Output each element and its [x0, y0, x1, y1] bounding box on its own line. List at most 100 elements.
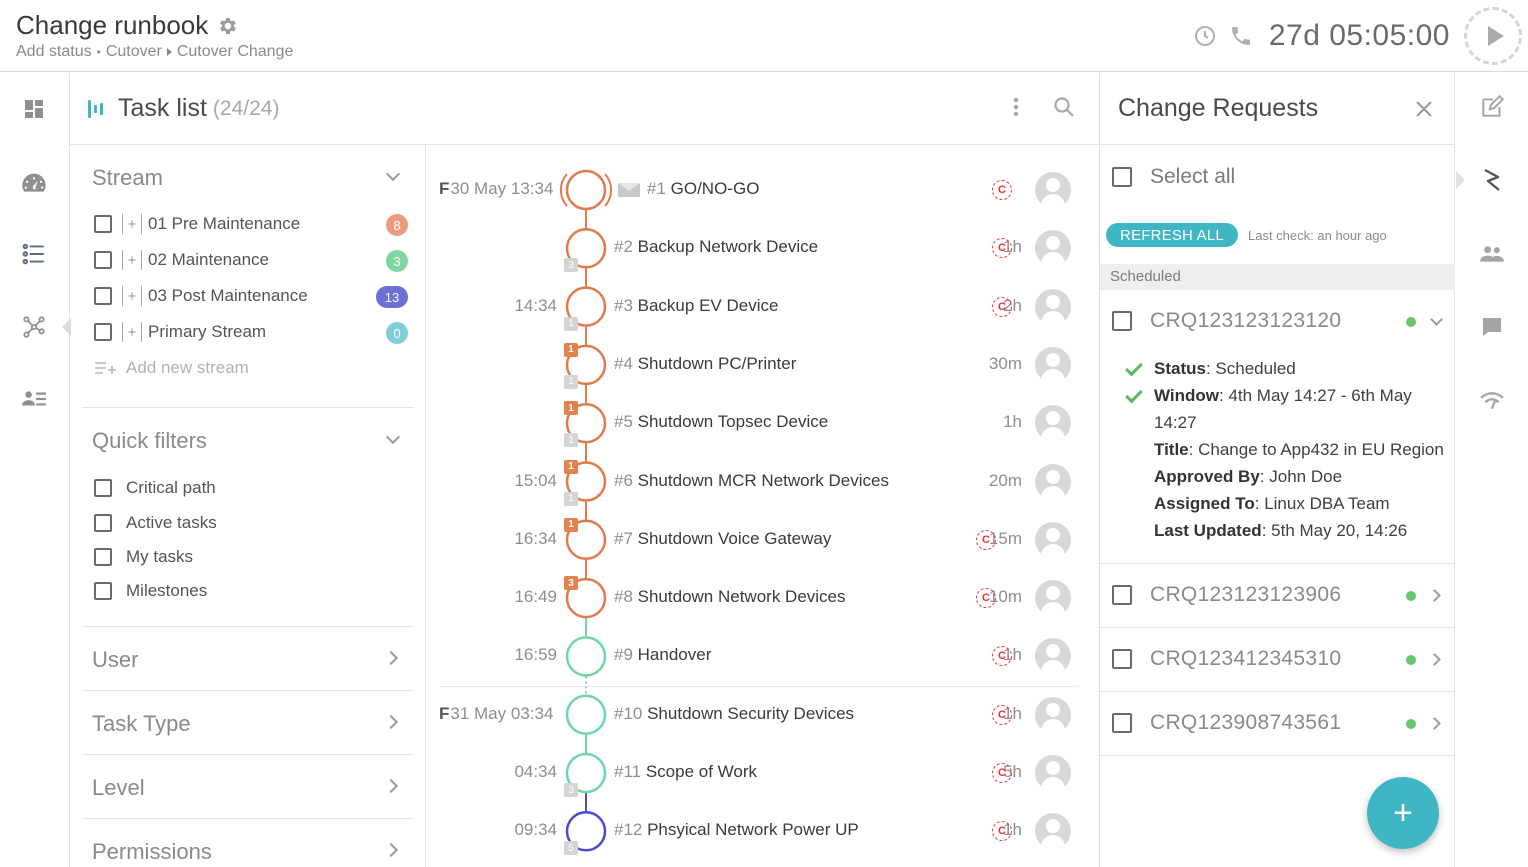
avatar[interactable] — [1035, 346, 1071, 383]
avatar[interactable] — [1035, 521, 1071, 558]
task-list-icon[interactable] — [19, 239, 49, 269]
checkbox[interactable] — [94, 479, 112, 497]
expand-plus-icon[interactable]: + — [122, 250, 142, 270]
chevron-down-icon[interactable] — [385, 429, 401, 445]
change-request-item[interactable]: CRQ123123123906 — [1112, 583, 1341, 607]
select-all-checkbox[interactable] — [1112, 167, 1132, 187]
avatar[interactable] — [1035, 755, 1071, 791]
gauge-icon[interactable] — [19, 168, 49, 198]
checkbox[interactable] — [94, 582, 112, 600]
stream-section-title[interactable]: Stream — [92, 165, 163, 191]
people-icon[interactable] — [1478, 240, 1506, 268]
chevron-down-icon[interactable] — [385, 166, 401, 182]
stream-filter-row[interactable]: + 02 Maintenance — [94, 248, 269, 272]
checkbox[interactable] — [1112, 585, 1132, 605]
refresh-all-button[interactable]: REFRESH ALL — [1106, 223, 1238, 247]
avatar[interactable] — [1035, 463, 1071, 500]
checkbox[interactable] — [94, 215, 112, 233]
avatar[interactable] — [1035, 288, 1071, 325]
change-request-item[interactable]: CRQ123123123120 — [1112, 309, 1341, 333]
more-vert-icon[interactable] — [1006, 95, 1026, 119]
task-node[interactable] — [565, 169, 607, 211]
service-now-icon[interactable] — [1478, 166, 1506, 194]
chevron-right-icon[interactable] — [1428, 717, 1441, 730]
task-label[interactable]: #8 Shutdown Network Devices — [614, 587, 846, 607]
avatar[interactable] — [1035, 696, 1071, 733]
quick-filter-row[interactable]: Milestones — [94, 579, 207, 603]
task-label[interactable]: #5 Shutdown Topsec Device — [614, 412, 828, 432]
user-filter-section[interactable]: User — [92, 647, 138, 673]
close-icon[interactable] — [1412, 97, 1436, 121]
comment-icon[interactable] — [1478, 313, 1506, 341]
chevron-right-icon[interactable] — [383, 650, 399, 666]
network-graph-icon[interactable] — [19, 312, 49, 342]
task-label[interactable]: #4 Shutdown PC/Printer — [614, 354, 796, 374]
select-all-label: Select all — [1150, 165, 1236, 188]
checkbox[interactable] — [1112, 649, 1132, 669]
stream-filter-row[interactable]: + 01 Pre Maintenance — [94, 212, 300, 236]
app-header: Change runbook Add status • Cutover Cuto… — [0, 0, 1528, 72]
task-label[interactable]: #7 Shutdown Voice Gateway — [614, 529, 831, 549]
checkbox[interactable] — [94, 287, 112, 305]
quick-filter-row[interactable]: Critical path — [94, 476, 216, 500]
list-divider — [1100, 691, 1455, 692]
task-label[interactable]: #9 Handover — [614, 645, 711, 665]
stream-filter-row[interactable]: + 03 Post Maintenance — [94, 284, 308, 308]
avatar[interactable] — [1035, 405, 1071, 442]
breadcrumb-item[interactable]: Add status — [16, 43, 92, 61]
task-label[interactable]: #10 Shutdown Security Devices — [614, 704, 854, 724]
chevron-down-icon[interactable] — [1430, 313, 1443, 326]
task-label[interactable]: #12 Phsyical Network Power UP — [614, 820, 859, 840]
select-all-row[interactable]: Select all — [1112, 165, 1235, 189]
clock-icon[interactable] — [1193, 24, 1217, 48]
chevron-right-icon[interactable] — [1428, 653, 1441, 666]
expand-plus-icon[interactable]: + — [122, 214, 142, 234]
task-node[interactable] — [565, 636, 607, 677]
breadcrumb-item[interactable]: Cutover Change — [177, 43, 294, 61]
expand-plus-icon[interactable]: + — [122, 286, 142, 306]
avatar[interactable] — [1035, 172, 1071, 208]
task-label[interactable]: #11 Scope of Work — [614, 762, 757, 782]
checkbox[interactable] — [1112, 311, 1132, 331]
checkbox[interactable] — [94, 323, 112, 341]
add-stream-button[interactable]: Add new stream — [94, 358, 249, 378]
add-change-request-button[interactable]: + — [1367, 777, 1439, 849]
checkbox[interactable] — [94, 548, 112, 566]
chevron-right-icon[interactable] — [383, 842, 399, 858]
start-runbook-button[interactable] — [1464, 7, 1522, 65]
task-label[interactable]: #2 Backup Network Device — [614, 237, 818, 257]
quick-filters-title[interactable]: Quick filters — [92, 428, 207, 454]
avatar[interactable] — [1035, 580, 1071, 617]
avatar-head — [1046, 761, 1060, 775]
permissions-filter-section[interactable]: Permissions — [92, 839, 212, 865]
chevron-right-icon[interactable] — [383, 778, 399, 794]
edit-icon[interactable] — [1478, 93, 1506, 121]
dashboard-icon[interactable] — [19, 94, 49, 124]
chevron-right-icon[interactable] — [383, 714, 399, 730]
team-list-icon[interactable] — [19, 384, 49, 414]
breadcrumb-item[interactable]: Cutover — [106, 43, 162, 61]
stream-filter-row[interactable]: + Primary Stream — [94, 320, 266, 344]
task-label[interactable]: #3 Backup EV Device — [614, 296, 778, 316]
search-icon[interactable] — [1052, 95, 1076, 119]
quick-filter-row[interactable]: My tasks — [94, 545, 193, 569]
checkbox[interactable] — [1112, 713, 1132, 733]
predecessor-count-badge: 1 — [564, 316, 578, 331]
avatar-body — [1041, 368, 1065, 383]
phone-icon[interactable] — [1229, 24, 1253, 48]
chevron-right-icon[interactable] — [1428, 589, 1441, 602]
level-filter-section[interactable]: Level — [92, 775, 145, 801]
checkbox[interactable] — [94, 514, 112, 532]
signal-icon[interactable] — [1478, 385, 1506, 413]
task-label[interactable]: #1 GO/NO-GO — [647, 179, 759, 199]
task-node[interactable] — [565, 694, 607, 735]
change-request-item[interactable]: CRQ123412345310 — [1112, 647, 1341, 671]
checkbox[interactable] — [94, 251, 112, 269]
task-type-filter-section[interactable]: Task Type — [92, 711, 191, 737]
section-divider — [82, 690, 414, 691]
change-request-item[interactable]: CRQ123908743561 — [1112, 711, 1341, 735]
expand-plus-icon[interactable]: + — [122, 322, 142, 342]
task-label[interactable]: #6 Shutdown MCR Network Devices — [614, 471, 889, 491]
gear-icon[interactable] — [216, 15, 238, 37]
quick-filter-row[interactable]: Active tasks — [94, 511, 217, 535]
